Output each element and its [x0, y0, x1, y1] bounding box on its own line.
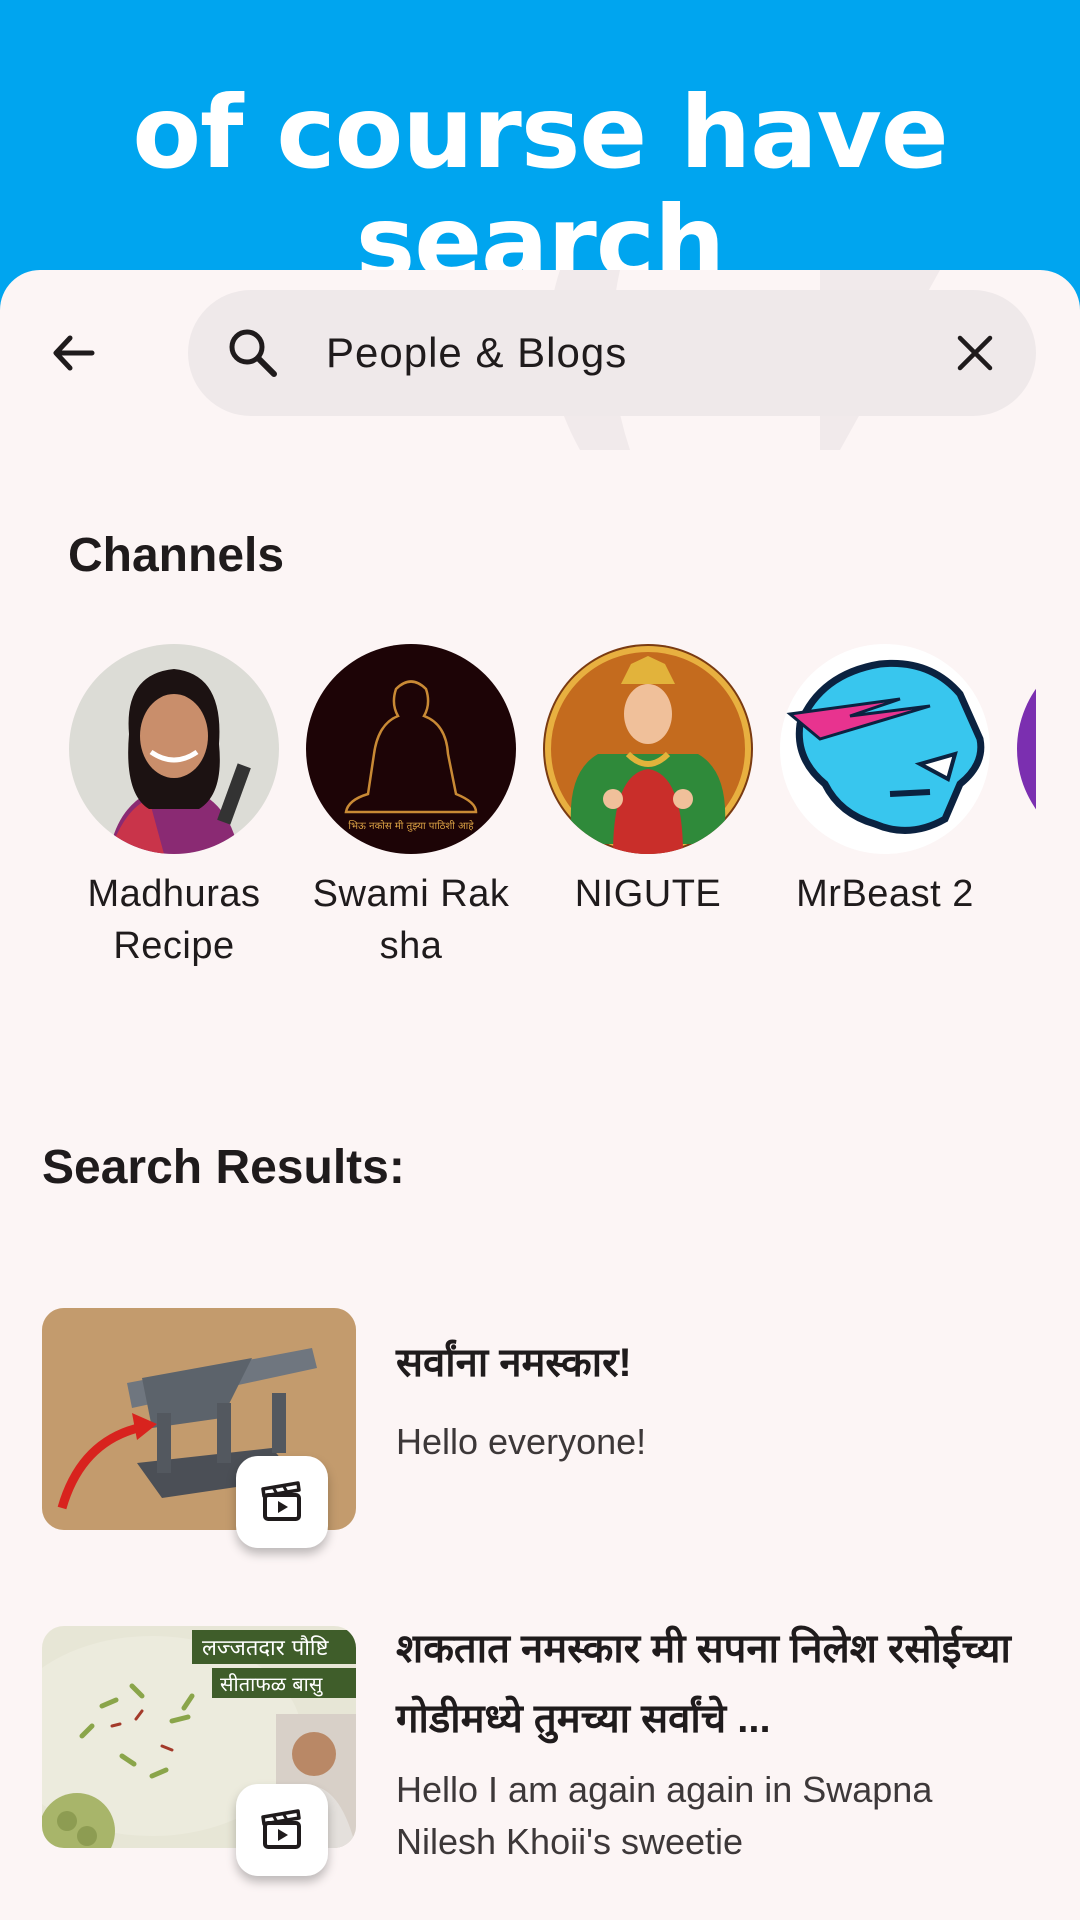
avatar — [1017, 644, 1036, 854]
search-input[interactable]: People & Blogs — [326, 328, 627, 378]
avatar — [780, 644, 990, 854]
avatar — [543, 644, 753, 854]
clear-search-button[interactable] — [942, 320, 1008, 386]
avatar-caption: भिऊ नकोस मी तुझ्या पाठिशी आहे — [348, 820, 474, 832]
result-title: सर्वांना नमस्कार! — [396, 1341, 632, 1385]
promo-banner: of course have search — [0, 0, 1080, 298]
shorts-badge — [236, 1784, 328, 1876]
channel-item[interactable] — [1004, 644, 1036, 854]
channel-item[interactable]: MrBeast 2 — [767, 644, 1003, 920]
channel-name: MrBeast 2 — [796, 873, 974, 915]
shorts-badge — [236, 1456, 328, 1548]
avatar — [69, 644, 279, 854]
banner-title: of course have search — [132, 74, 948, 301]
top-bar: People & Blogs — [0, 270, 1080, 430]
channel-name: MadhurasRecipe — [87, 873, 261, 967]
result-subtitle: Hello everyone! — [396, 1421, 647, 1462]
channel-item[interactable]: MadhurasRecipe — [56, 644, 292, 972]
thumbnail-caption: सीताफळ बासु — [220, 1672, 323, 1697]
back-button[interactable] — [40, 320, 106, 386]
channels-heading: Channels — [68, 529, 285, 582]
avatar: भिऊ नकोस मी तुझ्या पाठिशी आहे — [306, 644, 516, 854]
close-icon — [957, 335, 993, 371]
channel-name: NIGUTE — [574, 873, 722, 915]
channel-item[interactable]: भिऊ नकोस मी तुझ्या पाठिशी आहे Swami Raks… — [293, 644, 529, 972]
arrow-left-icon — [53, 335, 95, 371]
result-subtitle: Hello I am again again in Swapna Nilesh … — [396, 1769, 933, 1862]
thumbnail-caption: लज्जतदार पौष्टि — [202, 1635, 330, 1661]
search-icon — [229, 329, 277, 377]
clapperboard-icon — [261, 1809, 301, 1849]
search-results-heading: Search Results: — [42, 1141, 405, 1194]
channels-carousel[interactable]: MadhurasRecipe भिऊ नकोस मी तुझ्या पाठिशी… — [56, 644, 1036, 1004]
channel-name: Swami Raksha — [312, 873, 510, 967]
clapperboard-icon — [261, 1481, 301, 1521]
channel-item[interactable]: NIGUTE — [530, 644, 766, 920]
result-title: शकतात नमस्कार मी सपना निलेश रसोईच्या गोड… — [396, 1627, 1011, 1741]
search-bar[interactable]: People & Blogs — [188, 290, 1036, 416]
app-screen: People & Blogs Channels MadhurasRecipe भ… — [0, 270, 1080, 1920]
